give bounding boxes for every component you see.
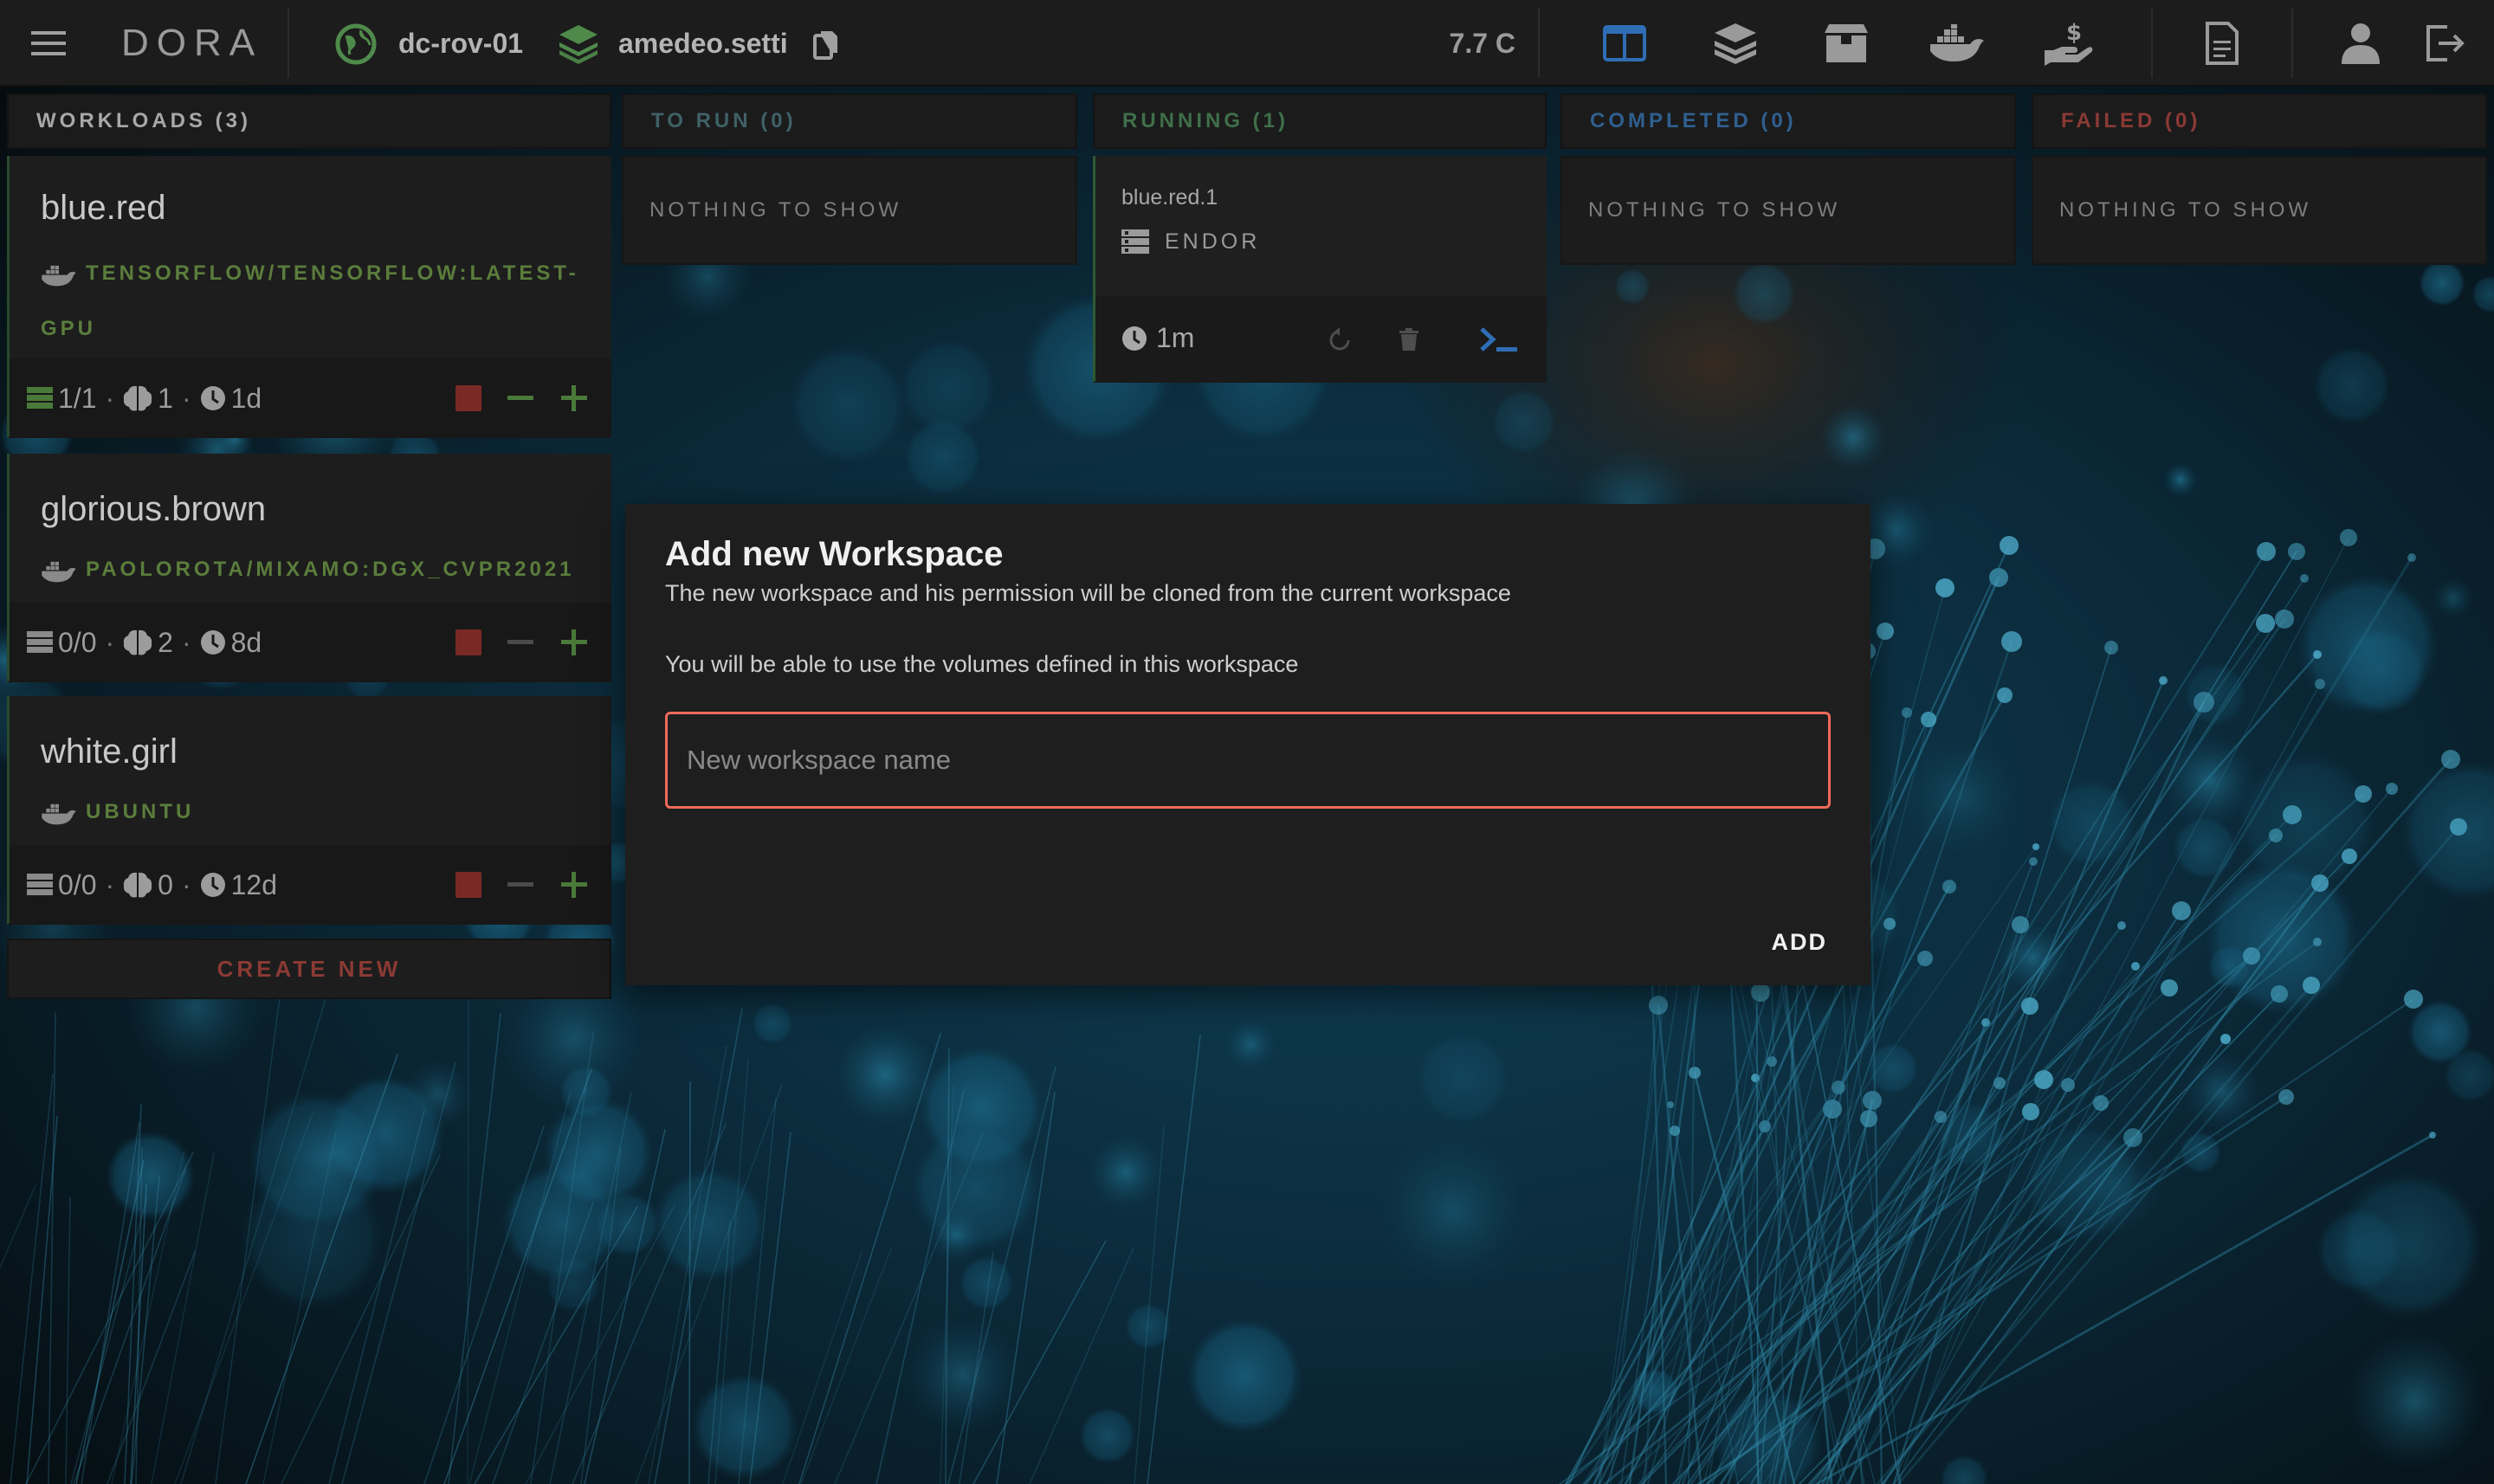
- column-header-to-run: TO RUN (0): [622, 94, 1077, 149]
- elapsed-time: 1m: [1156, 322, 1195, 353]
- column-header-failed: FAILED (0): [2032, 94, 2487, 149]
- credits-balance: 7.7 C: [1449, 27, 1515, 59]
- stop-button[interactable]: [456, 629, 481, 655]
- workload-card[interactable]: white.girl UBUNTU 0/0 · 0 · 12d: [7, 696, 611, 925]
- brain-icon: [123, 871, 152, 899]
- scale-up-button[interactable]: [559, 870, 589, 900]
- dialog-note: You will be able to use the volumes defi…: [665, 651, 1299, 677]
- divider: [2151, 9, 2153, 78]
- docker-icon: [42, 803, 76, 825]
- brain-icon: [123, 384, 152, 412]
- layers-icon[interactable]: [1708, 17, 1763, 69]
- workspace-selector[interactable]: amedeo.setti: [618, 19, 788, 68]
- workload-stats: 0/0 · 0 · 12d: [10, 845, 611, 925]
- dialog-subtitle: The new workspace and his permission wil…: [665, 580, 1511, 606]
- workspace-name-input[interactable]: [665, 712, 1831, 809]
- workload-image: TENSORFLOW/TENSORFLOW:LATEST- GPU: [41, 246, 579, 357]
- globe-icon[interactable]: [334, 23, 378, 66]
- clock-icon: [200, 385, 226, 411]
- delete-icon[interactable]: [1390, 320, 1428, 358]
- zone-selector[interactable]: dc-rov-01: [398, 19, 523, 68]
- create-new-button[interactable]: CREATE NEW: [7, 939, 611, 999]
- gpu-count: 2: [158, 626, 173, 658]
- copy-icon[interactable]: [809, 26, 843, 62]
- pay-hand-icon[interactable]: $: [2040, 17, 2096, 69]
- column-header-completed: COMPLETED (0): [1560, 94, 2016, 149]
- image-name-line-2: GPU: [41, 317, 97, 340]
- workload-image: PAOLOROTA/MIXAMO:DGX_CVPR2021: [41, 542, 575, 597]
- docker-icon: [42, 265, 76, 287]
- workload-card[interactable]: glorious.brown PAOLOROTA/MIXAMO:DGX_CVPR…: [7, 454, 611, 682]
- workload-actions: [456, 845, 589, 925]
- workload-name: glorious.brown: [41, 490, 267, 528]
- workload-age: 8d: [230, 626, 262, 658]
- replicas-count: 0/0: [58, 868, 97, 900]
- server-icon: [1121, 229, 1149, 254]
- menu-icon[interactable]: [24, 19, 73, 68]
- add-workspace-dialog: Add new Workspace The new workspace and …: [625, 504, 1870, 985]
- empty-state-to-run: NOTHING TO SHOW: [622, 156, 1077, 265]
- running-workload-card[interactable]: blue.red.1 ENDOR 1m: [1093, 156, 1547, 383]
- document-icon[interactable]: [2194, 17, 2250, 69]
- user-icon[interactable]: [2333, 17, 2388, 69]
- stop-button[interactable]: [456, 872, 481, 898]
- replicas-count: 0/0: [58, 626, 97, 658]
- replicas-icon: [27, 873, 53, 897]
- image-name-line-1: UBUNTU: [86, 800, 195, 823]
- stop-button[interactable]: [456, 385, 481, 411]
- workload-actions: [456, 358, 589, 438]
- dialog-title: Add new Workspace: [665, 535, 1004, 573]
- docker-icon: [42, 561, 76, 583]
- layers-icon: [556, 21, 601, 66]
- clock-icon: [200, 629, 226, 655]
- run-time: 1m: [1121, 322, 1194, 354]
- scale-up-button[interactable]: [559, 384, 589, 413]
- workloads-board-icon[interactable]: [1597, 17, 1652, 69]
- archive-box-icon[interactable]: [1819, 17, 1874, 69]
- restart-icon[interactable]: [1321, 320, 1359, 358]
- workload-stats: 1/1 · 1 · 1d: [10, 358, 611, 438]
- scale-down-button[interactable]: [506, 870, 535, 900]
- running-card-footer: 1m: [1095, 296, 1547, 383]
- scale-down-button[interactable]: [506, 384, 535, 413]
- brain-icon: [123, 629, 152, 656]
- docker-icon[interactable]: [1929, 17, 1985, 69]
- empty-state-failed: NOTHING TO SHOW: [2032, 156, 2487, 265]
- workload-card[interactable]: blue.red TENSORFLOW/TENSORFLOW:LATEST- G…: [7, 156, 611, 438]
- replicas-icon: [27, 386, 53, 410]
- workload-age: 12d: [230, 868, 277, 900]
- svg-text:$: $: [2066, 21, 2082, 46]
- brand-logo: DORA: [121, 22, 263, 64]
- replicas-count: 1/1: [58, 382, 97, 414]
- node-name: ENDOR: [1165, 229, 1261, 254]
- terminal-icon[interactable]: [1476, 320, 1522, 358]
- replicas-icon: [27, 630, 53, 655]
- container-name: blue.red.1: [1121, 185, 1218, 210]
- image-name-line-1: PAOLOROTA/MIXAMO:DGX_CVPR2021: [86, 558, 575, 581]
- clock-icon: [1122, 326, 1147, 351]
- divider: [2291, 9, 2293, 78]
- logout-icon[interactable]: [2418, 17, 2473, 69]
- workload-name: white.girl: [41, 732, 178, 771]
- scale-up-button[interactable]: [559, 628, 589, 657]
- divider: [288, 9, 289, 78]
- gpu-count: 1: [158, 382, 173, 414]
- column-header-running: RUNNING (1): [1093, 94, 1547, 149]
- add-button[interactable]: ADD: [1768, 921, 1832, 963]
- workload-stats: 0/0 · 2 · 8d: [10, 603, 611, 682]
- empty-state-completed: NOTHING TO SHOW: [1560, 156, 2016, 265]
- divider: [1538, 9, 1540, 78]
- column-header-workloads: WORKLOADS (3): [7, 94, 611, 149]
- workload-image: UBUNTU: [41, 784, 194, 840]
- clock-icon: [200, 872, 226, 898]
- workload-name: blue.red: [41, 189, 166, 227]
- node-info: ENDOR: [1121, 229, 1260, 255]
- gpu-count: 0: [158, 868, 173, 900]
- workload-actions: [456, 603, 589, 682]
- top-bar: DORA dc-rov-01 amedeo.setti 7.7 C $: [0, 0, 2494, 87]
- workload-age: 1d: [230, 382, 262, 414]
- image-name-line-1: TENSORFLOW/TENSORFLOW:LATEST-: [86, 261, 579, 285]
- scale-down-button[interactable]: [506, 628, 535, 657]
